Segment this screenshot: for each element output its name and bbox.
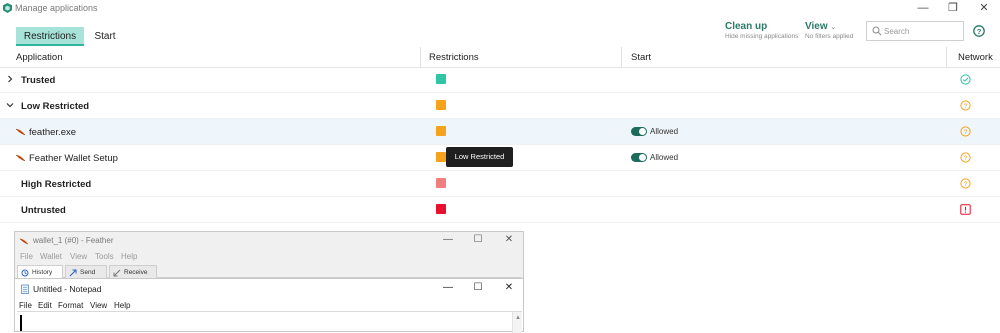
feather-app-icon <box>15 154 26 162</box>
notepad-minimize-button[interactable]: — <box>439 281 457 295</box>
restriction-level-swatch[interactable] <box>436 178 446 188</box>
notepad-menu-help[interactable]: Help <box>114 301 130 310</box>
close-button[interactable]: ✕ <box>974 1 994 15</box>
svg-text:?: ? <box>964 181 968 188</box>
chevron-down-icon: ⌄ <box>830 24 837 31</box>
start-toggle[interactable] <box>631 153 647 162</box>
history-icon <box>21 269 29 277</box>
network-question-icon[interactable]: ? <box>960 100 971 111</box>
group-label: High Restricted <box>21 179 92 190</box>
restriction-level-swatch[interactable] <box>436 152 446 162</box>
feather-menu-tools[interactable]: Tools <box>95 252 114 261</box>
column-start[interactable]: Start <box>631 52 651 63</box>
column-restrictions[interactable]: Restrictions <box>429 52 479 63</box>
group-row-low-restricted[interactable]: Low Restricted ? <box>0 93 1000 119</box>
group-label: Trusted <box>21 75 56 86</box>
feather-maximize-button[interactable]: ☐ <box>469 233 487 247</box>
column-application[interactable]: Application <box>16 52 62 63</box>
group-row-untrusted[interactable]: Untrusted <box>0 197 1000 223</box>
minimize-button[interactable]: — <box>913 1 933 15</box>
clean-up-label: Clean up <box>725 21 768 32</box>
window-title: Manage applications <box>15 3 98 13</box>
column-divider[interactable] <box>420 47 421 68</box>
notepad-text-area[interactable]: ▲ <box>17 311 522 333</box>
chevron-down-icon[interactable] <box>6 101 14 109</box>
start-toggle[interactable] <box>631 127 647 136</box>
restriction-level-swatch[interactable] <box>436 100 446 110</box>
feather-menu-help[interactable]: Help <box>121 252 137 261</box>
feather-app-icon <box>15 128 26 136</box>
restriction-level-swatch[interactable] <box>436 204 446 214</box>
group-label: Low Restricted <box>21 101 90 112</box>
group-row-high-restricted[interactable]: High Restricted ? <box>0 171 1000 197</box>
scroll-up-icon[interactable]: ▲ <box>515 315 521 321</box>
svg-text:?: ? <box>964 103 968 110</box>
feather-tab-send[interactable]: Send <box>65 265 107 278</box>
feather-tab-history[interactable]: History <box>17 265 63 278</box>
restriction-level-swatch[interactable] <box>436 126 446 136</box>
notepad-menu-view[interactable]: View <box>90 301 107 310</box>
feather-app-icon <box>19 238 29 245</box>
search-icon <box>872 26 882 36</box>
notepad-icon <box>21 284 29 294</box>
notepad-close-button[interactable]: ✕ <box>500 281 518 295</box>
svg-text:?: ? <box>964 155 968 162</box>
feather-tab-receive[interactable]: Receive <box>109 265 157 278</box>
feather-menu-wallet[interactable]: Wallet <box>40 252 62 261</box>
tab-start[interactable]: Start <box>84 27 126 46</box>
network-blocked-icon[interactable] <box>960 204 971 215</box>
svg-text:?: ? <box>977 27 982 36</box>
notepad-window[interactable]: Untitled - Notepad — ☐ ✕ File Edit Forma… <box>14 278 524 333</box>
notepad-menu-edit[interactable]: Edit <box>38 301 52 310</box>
start-status-label: Allowed <box>650 153 679 162</box>
network-question-icon[interactable]: ? <box>960 126 971 137</box>
view-subtitle: No filters applied <box>805 33 854 40</box>
view-button[interactable]: View ⌄ No filters applied <box>805 21 853 40</box>
text-caret <box>20 315 22 331</box>
chevron-right-icon[interactable] <box>6 75 14 83</box>
maximize-button[interactable]: ❐ <box>943 1 963 15</box>
restriction-tooltip: Low Restricted <box>446 147 513 167</box>
view-label: View ⌄ <box>805 21 837 32</box>
column-divider[interactable] <box>621 47 622 68</box>
app-row-feather-exe[interactable]: feather.exe Allowed ? <box>0 119 1000 145</box>
title-bar: Manage applications — ❐ ✕ <box>0 0 1000 16</box>
tab-restrictions[interactable]: Restrictions <box>16 27 84 46</box>
notepad-menu-file[interactable]: File <box>19 301 32 310</box>
app-name: Feather Wallet Setup <box>29 153 118 164</box>
group-label: Untrusted <box>21 205 66 216</box>
feather-minimize-button[interactable]: — <box>439 233 457 247</box>
feather-close-button[interactable]: ✕ <box>500 233 518 247</box>
help-icon[interactable]: ? <box>973 25 985 37</box>
restriction-level-swatch[interactable] <box>436 74 446 84</box>
notepad-menu-format[interactable]: Format <box>58 301 83 310</box>
feather-menu-view[interactable]: View <box>70 252 87 261</box>
vertical-scrollbar[interactable]: ▲ <box>512 312 522 333</box>
column-header-row: Application Restrictions Start Network <box>0 47 1000 68</box>
receive-icon <box>113 269 121 277</box>
clean-up-subtitle: Hide missing applications <box>725 33 799 40</box>
notepad-maximize-button[interactable]: ☐ <box>469 281 487 295</box>
search-input[interactable]: Search <box>866 21 964 41</box>
network-question-icon[interactable]: ? <box>960 178 971 189</box>
feather-window-title: wallet_1 (#0) - Feather <box>33 236 114 245</box>
network-allowed-icon[interactable] <box>960 74 971 85</box>
column-network[interactable]: Network <box>958 52 993 63</box>
feather-menu-file[interactable]: File <box>20 252 33 261</box>
feather-tab-bar: History Send Receive <box>17 265 522 278</box>
group-row-trusted[interactable]: Trusted <box>0 67 1000 93</box>
send-icon <box>69 269 77 277</box>
search-placeholder: Search <box>884 27 910 36</box>
app-logo-icon <box>3 3 12 13</box>
manage-applications-window: Manage applications — ❐ ✕ Restrictions S… <box>0 0 1000 333</box>
svg-text:?: ? <box>964 129 968 136</box>
clean-up-button[interactable]: Clean up Hide missing applications <box>725 21 798 40</box>
network-question-icon[interactable]: ? <box>960 152 971 163</box>
notepad-window-title: Untitled - Notepad <box>33 284 102 294</box>
column-divider[interactable] <box>946 47 947 68</box>
app-name: feather.exe <box>29 127 77 138</box>
start-status-label: Allowed <box>650 127 679 136</box>
